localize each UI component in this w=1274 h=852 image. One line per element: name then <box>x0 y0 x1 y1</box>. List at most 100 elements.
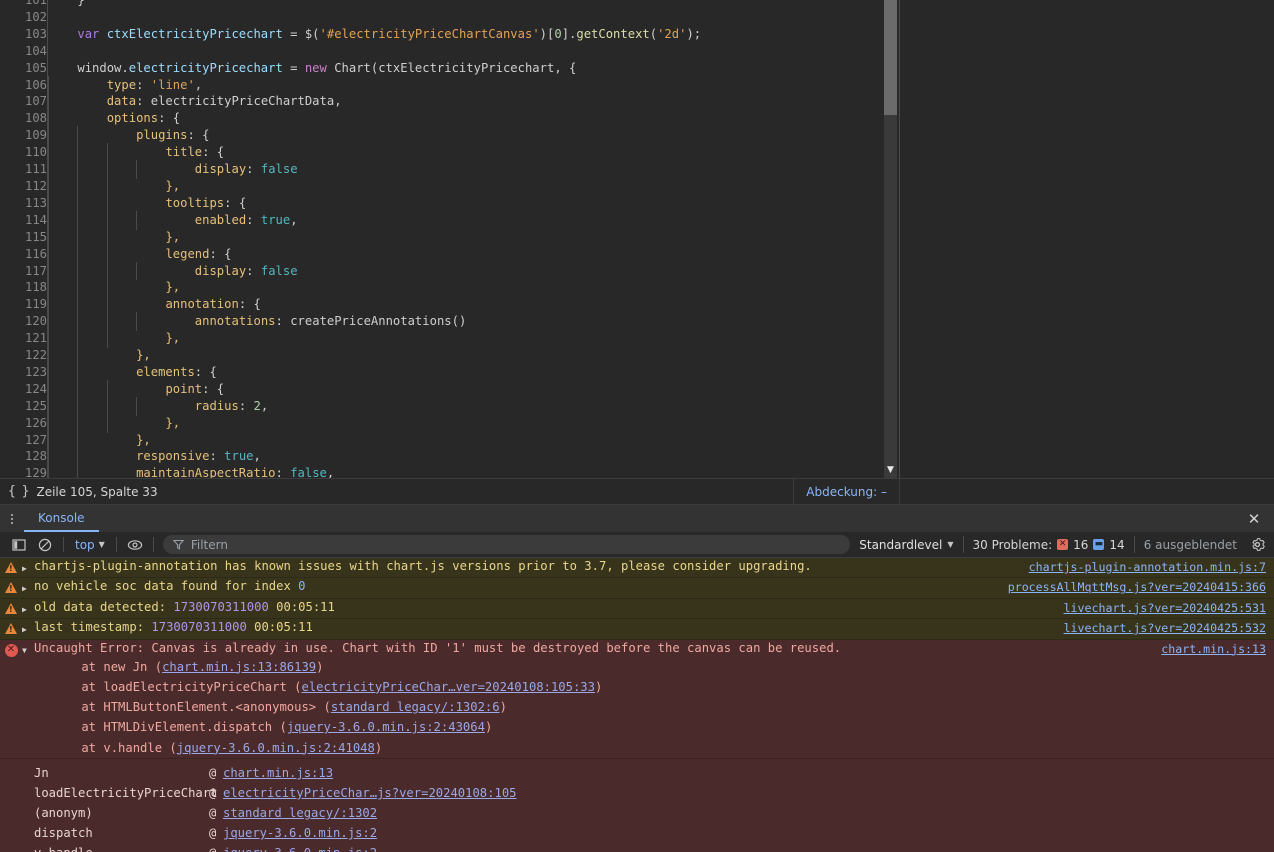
code-scroll-area[interactable]: 101 } 102 103 var ctxElectricityPricechar… <box>0 0 885 478</box>
line-number[interactable]: 115 <box>0 228 47 246</box>
line-number[interactable]: 116 <box>0 245 47 263</box>
code-content[interactable]: }, <box>48 227 701 247</box>
line-number[interactable]: 106 <box>0 76 47 94</box>
line-number[interactable]: 122 <box>0 347 47 364</box>
line-number[interactable]: 108 <box>0 110 47 128</box>
close-icon[interactable]: ✕ <box>1242 505 1266 532</box>
code-content[interactable]: display: false <box>48 160 701 179</box>
console-warning-row[interactable]: ▶old data detected: 1730070311000 00:05:… <box>0 598 1274 620</box>
console-message-list[interactable]: ▶chartjs-plugin-annotation has known iss… <box>0 558 1274 852</box>
code-content[interactable]: data: electricityPriceChartData, <box>48 92 701 112</box>
code-content[interactable]: window.electricityPricechart = new Chart… <box>48 60 701 77</box>
code-content[interactable]: radius: 2, <box>48 396 701 416</box>
line-number[interactable]: 113 <box>0 194 47 212</box>
code-content[interactable]: } <box>48 0 701 9</box>
code-line[interactable]: 119 annotation: { <box>0 295 701 315</box>
disclosure-triangle-icon[interactable]: ▶ <box>22 620 34 634</box>
line-number[interactable]: 121 <box>0 330 47 348</box>
disclosure-triangle-icon[interactable]: ▶ <box>22 559 34 573</box>
stack-link[interactable]: electricityPriceChar…ver=20240108:105:33 <box>301 680 595 694</box>
code-content[interactable]: }, <box>48 176 701 196</box>
line-number[interactable]: 104 <box>0 42 47 60</box>
line-number[interactable]: 107 <box>0 93 47 111</box>
line-number[interactable]: 114 <box>0 211 47 229</box>
line-number[interactable]: 119 <box>0 296 47 314</box>
code-content[interactable]: }, <box>48 430 701 450</box>
code-content[interactable] <box>48 9 701 26</box>
disclosure-triangle-icon[interactable]: ▶ <box>22 600 34 614</box>
hidden-messages-label[interactable]: 6 ausgeblendet <box>1133 536 1246 553</box>
source-link[interactable]: livechart.js?ver=20240425:532 <box>1064 621 1266 635</box>
frame-source-link[interactable]: chart.min.js:13 <box>223 763 333 783</box>
line-number[interactable]: 125 <box>0 397 47 415</box>
scroll-down-arrow-icon[interactable]: ▼ <box>884 466 897 475</box>
code-line[interactable]: 118 }, <box>0 278 701 298</box>
code-content[interactable]: plugins: { <box>48 126 701 146</box>
error-header[interactable]: ✕ ▼ Uncaught Error: Canvas is already in u… <box>0 641 1274 657</box>
line-number[interactable]: 105 <box>0 59 47 77</box>
code-line[interactable]: 102 <box>0 8 701 26</box>
coverage-label[interactable]: Abdeckung: – <box>793 478 900 505</box>
code-content[interactable]: }, <box>48 329 701 348</box>
stack-frame-row[interactable]: loadElectricityPriceChart @ electricityPri… <box>0 783 1274 803</box>
code-line[interactable]: 101 } <box>0 0 701 9</box>
settings-gear-icon[interactable] <box>1246 534 1268 556</box>
line-number[interactable]: 102 <box>0 8 47 26</box>
code-content[interactable]: type: 'line', <box>48 75 701 95</box>
line-number[interactable]: 128 <box>0 448 47 466</box>
error-source-link[interactable]: chart.min.js:13 <box>1161 642 1266 656</box>
code-line[interactable]: 110 title: { <box>0 143 701 162</box>
code-content[interactable]: annotation: { <box>48 295 701 315</box>
code-line[interactable]: 122 }, <box>0 346 701 365</box>
code-content[interactable]: annotations: createPriceAnnotations() <box>48 312 701 332</box>
code-content[interactable] <box>48 43 701 60</box>
code-line[interactable]: 121 }, <box>0 329 701 348</box>
tab-konsole[interactable]: Konsole <box>24 505 99 532</box>
code-line[interactable]: 108 options: { <box>0 109 701 129</box>
frame-source-link[interactable]: standard legacy/:1302 <box>223 803 377 823</box>
stack-link[interactable]: chart.min.js:13:86139 <box>162 660 316 674</box>
stack-frame-row[interactable]: v.handle@jquery-3.6.0.min.js:2 <box>0 843 1274 852</box>
frame-source-link[interactable]: electricityPriceChar…js?ver=20240108:105 <box>223 783 517 803</box>
problems-summary[interactable]: 30 Probleme: ✕ 16 ▬ 14 <box>962 536 1134 553</box>
sidebar-toggle-icon[interactable] <box>6 534 32 556</box>
code-content[interactable]: tooltips: { <box>48 193 701 213</box>
curly-braces-icon[interactable]: { } <box>8 484 30 499</box>
source-link[interactable]: chartjs-plugin-annotation.min.js:7 <box>1029 560 1266 574</box>
execution-context-select[interactable]: top ▼ <box>69 538 111 552</box>
line-number[interactable]: 123 <box>0 363 47 381</box>
line-number[interactable]: 112 <box>0 177 47 195</box>
more-options-icon[interactable] <box>0 505 24 532</box>
line-number[interactable]: 127 <box>0 431 47 449</box>
code-line[interactable]: 117 display: false <box>0 261 701 281</box>
code-content[interactable]: }, <box>48 346 701 365</box>
code-line[interactable]: 105 window.electricityPricechart = new C… <box>0 59 701 77</box>
editor-scrollbar-thumb[interactable] <box>884 0 897 115</box>
clear-console-icon[interactable] <box>32 534 58 556</box>
editor-vertical-scrollbar[interactable]: ▼ <box>884 0 897 478</box>
code-line[interactable]: 116 legend: { <box>0 244 701 264</box>
line-number[interactable]: 111 <box>0 161 47 178</box>
stack-link[interactable]: jquery-3.6.0.min.js:2:43064 <box>287 720 485 734</box>
code-line[interactable]: 129 maintainAspectRatio: false, <box>0 464 701 478</box>
filter-input[interactable]: Filtern <box>162 535 851 554</box>
line-number[interactable]: 101 <box>0 0 47 9</box>
code-line[interactable]: 123 elements: { <box>0 362 701 382</box>
code-line[interactable]: 109 plugins: { <box>0 126 701 146</box>
code-line[interactable]: 125 radius: 2, <box>0 396 701 416</box>
line-number[interactable]: 110 <box>0 144 47 162</box>
code-line[interactable]: 126 }, <box>0 413 701 433</box>
code-line[interactable]: 107 data: electricityPriceChartData, <box>0 92 701 112</box>
code-content[interactable]: options: { <box>48 109 701 129</box>
code-content[interactable]: enabled: true, <box>48 210 701 230</box>
code-line[interactable]: 112 }, <box>0 176 701 196</box>
code-content[interactable]: point: { <box>48 379 701 399</box>
stack-link[interactable]: standard legacy/:1302:6 <box>331 700 500 714</box>
log-level-select[interactable]: Standardlevel ▼ <box>850 538 962 552</box>
source-link[interactable]: livechart.js?ver=20240425:531 <box>1064 601 1266 615</box>
code-content[interactable]: legend: { <box>48 244 701 264</box>
code-content[interactable]: display: false <box>48 261 701 281</box>
code-line[interactable]: 104 <box>0 42 701 60</box>
source-link[interactable]: processAllMqttMsg.js?ver=20240415:366 <box>1008 580 1266 594</box>
code-content[interactable]: }, <box>48 413 701 433</box>
